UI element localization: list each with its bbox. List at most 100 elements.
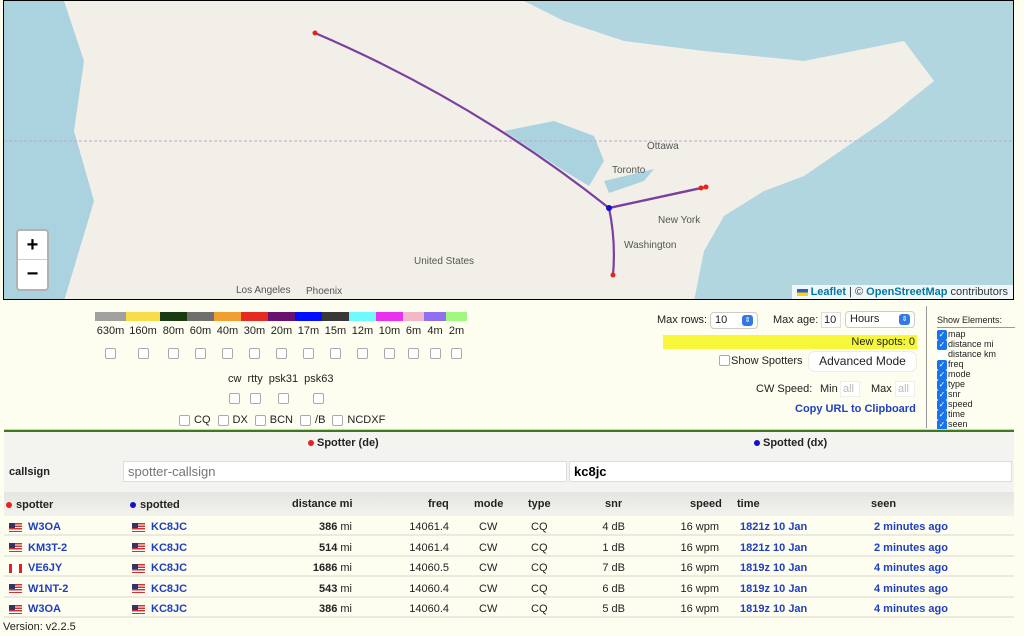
band-15m: 15m: [322, 312, 349, 359]
col-distance[interactable]: distance mi: [292, 498, 353, 510]
snr-cell: 1 dB: [602, 541, 625, 554]
checkbox-checked-icon[interactable]: ✓: [937, 369, 947, 380]
mode-checkbox[interactable]: [249, 393, 261, 404]
band-checkbox[interactable]: [168, 348, 179, 359]
spotted-link[interactable]: KC8JC: [151, 542, 187, 554]
checkbox-checked-icon[interactable]: ✓: [937, 379, 947, 390]
spotted-link[interactable]: KC8JC: [151, 583, 187, 595]
show-spotters-checkbox[interactable]: [719, 355, 730, 366]
spotter-link[interactable]: VE6JY: [28, 562, 62, 574]
col-spotted[interactable]: spotted: [130, 499, 180, 511]
osm-link[interactable]: OpenStreetMap: [866, 286, 947, 298]
band-checkbox[interactable]: [276, 348, 287, 359]
age-unit-select[interactable]: Hours ⇕: [845, 311, 915, 328]
band-checkbox[interactable]: [222, 348, 233, 359]
mode-cell: CW: [479, 562, 498, 574]
spotter-link[interactable]: W3OA: [28, 521, 61, 533]
time-link[interactable]: 1819z 10 Jan: [740, 603, 807, 615]
leaflet-link[interactable]: Leaflet: [811, 286, 846, 298]
checkbox-checked-icon[interactable]: ✓: [937, 359, 947, 370]
time-link[interactable]: 1819z 10 Jan: [740, 562, 807, 574]
band-checkbox[interactable]: [330, 348, 341, 359]
zoom-in-button[interactable]: +: [18, 231, 47, 260]
table-row: W3OA KC8JC 386 mi 14060.4 CW CQ 5 dB 16 wpm 1819…: [4, 598, 1014, 618]
time-link[interactable]: 1819z 10 Jan: [740, 583, 807, 595]
spotter-link[interactable]: W1NT-2: [28, 583, 68, 595]
type-checkbox[interactable]: [217, 414, 229, 426]
max-rows-select[interactable]: 10 ⇕: [710, 312, 758, 329]
type-cell: CQ: [531, 582, 548, 595]
type-checkbox[interactable]: [332, 414, 344, 426]
type-checkbox[interactable]: [300, 414, 312, 426]
spotted-callsign-input[interactable]: [569, 461, 1012, 482]
band-checkbox[interactable]: [357, 348, 368, 359]
map-label: Ottawa: [647, 141, 679, 152]
type-checkbox[interactable]: [254, 414, 266, 426]
max-age-label: Max age:: [773, 314, 819, 326]
mode-filter: cw rtty psk31 psk63: [228, 373, 339, 404]
spotter-link[interactable]: W3OA: [28, 603, 61, 615]
band-checkbox[interactable]: [451, 348, 462, 359]
col-mode[interactable]: mode: [474, 498, 503, 510]
spotted-head-label: Spotted (dx): [763, 437, 828, 449]
col-snr[interactable]: snr: [605, 498, 622, 510]
col-seen[interactable]: seen: [871, 498, 896, 510]
seen-link[interactable]: 4 minutes ago: [874, 583, 948, 595]
col-speed[interactable]: speed: [690, 498, 722, 510]
seen-link[interactable]: 2 minutes ago: [874, 542, 948, 554]
spotted-link[interactable]: KC8JC: [151, 562, 187, 574]
spotted-link[interactable]: KC8JC: [151, 521, 187, 533]
mode-checkbox[interactable]: [313, 393, 325, 404]
spot-map[interactable]: Ottawa Toronto New York Washington Unite…: [3, 0, 1014, 300]
cw-max-input[interactable]: all: [895, 381, 915, 397]
time-link[interactable]: 1821z 10 Jan: [740, 542, 807, 554]
type-cell: CQ: [531, 603, 548, 615]
band-checkbox[interactable]: [303, 348, 314, 359]
advanced-mode-button[interactable]: Advanced Mode: [809, 352, 916, 371]
band-color-swatch: [424, 312, 446, 321]
band-checkbox[interactable]: [408, 348, 419, 359]
spotted-head: Spotted (dx): [754, 437, 827, 449]
zoom-out-button[interactable]: −: [18, 260, 47, 289]
mode-cell: CW: [479, 582, 498, 595]
seen-link[interactable]: 2 minutes ago: [874, 521, 948, 533]
seen-link[interactable]: 4 minutes ago: [874, 562, 948, 574]
spotter-cell: VE6JY: [9, 562, 62, 574]
checkbox-checked-icon[interactable]: ✓: [937, 399, 947, 410]
cw-min-input[interactable]: all: [840, 381, 860, 397]
max-age-input[interactable]: 10: [821, 312, 841, 328]
band-checkbox[interactable]: [384, 348, 395, 359]
spotter-callsign-input[interactable]: [123, 461, 567, 482]
checkbox-checked-icon[interactable]: ✓: [937, 329, 947, 340]
type-checkbox[interactable]: [179, 414, 190, 426]
time-link[interactable]: 1821z 10 Jan: [740, 521, 807, 533]
type-filter: CQ DX BCN/B NCDXF: [179, 414, 388, 426]
col-freq[interactable]: freq: [428, 498, 449, 510]
checkbox-checked-icon[interactable]: ✓: [937, 409, 947, 420]
band-checkbox[interactable]: [429, 348, 441, 359]
band-checkbox[interactable]: [249, 348, 260, 359]
band-checkbox[interactable]: [195, 348, 206, 359]
callsign-label: callsign: [9, 466, 50, 478]
band-checkbox[interactable]: [105, 348, 116, 359]
seen-link[interactable]: 4 minutes ago: [874, 603, 948, 615]
spotter-cell: W3OA: [9, 521, 61, 533]
mode-checkbox[interactable]: [229, 393, 241, 404]
mode-checkbox[interactable]: [277, 393, 289, 404]
spotted-cell: KC8JC: [132, 583, 187, 595]
band-160m: 160m: [126, 312, 160, 359]
copy-url-link[interactable]: Copy URL to Clipboard: [795, 403, 916, 415]
checkbox-unchecked[interactable]: [937, 349, 947, 360]
band-color-swatch: [376, 312, 403, 321]
col-time[interactable]: time: [737, 498, 760, 510]
freq-cell: 14060.5: [409, 562, 449, 574]
col-spotter[interactable]: spotter: [6, 499, 53, 511]
checkbox-checked-icon[interactable]: ✓: [937, 389, 947, 400]
mode-cw: cw: [228, 373, 241, 404]
spotted-link[interactable]: KC8JC: [151, 603, 187, 615]
band-checkbox[interactable]: [137, 348, 149, 359]
checkbox-checked-icon[interactable]: ✓: [937, 339, 947, 350]
band-10m: 10m: [376, 312, 403, 359]
col-type[interactable]: type: [528, 498, 551, 510]
spotter-link[interactable]: KM3T-2: [28, 542, 67, 554]
